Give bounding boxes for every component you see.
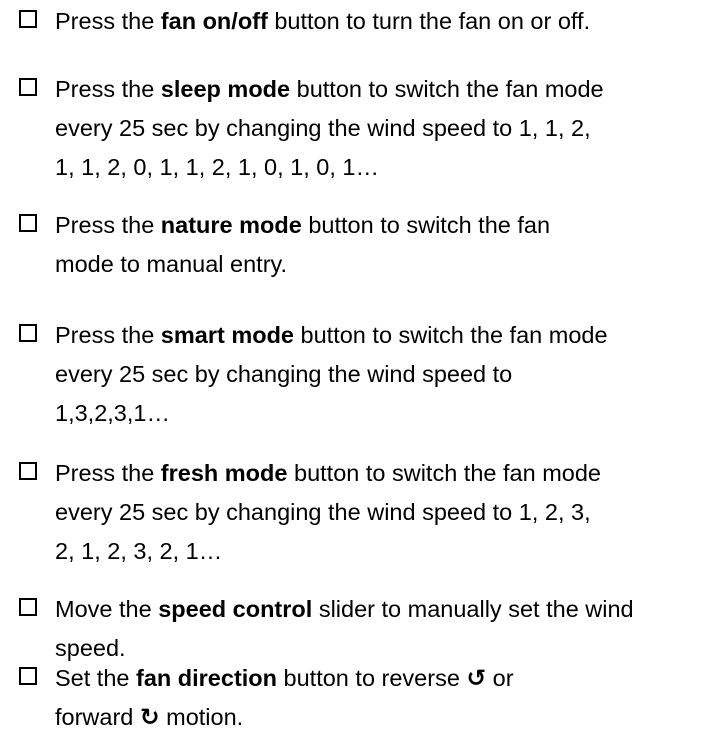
item-text-pre: Press the: [55, 212, 161, 238]
checklist-item-text: Press the fresh mode button to switch th…: [55, 454, 615, 571]
item-text-pre: Press the: [55, 460, 161, 486]
checklist-item-speed-control: Move the speed control slider to manuall…: [19, 590, 719, 668]
reverse-rotation-icon: ↺: [466, 665, 487, 691]
checkbox[interactable]: [19, 462, 37, 480]
checklist-item-sleep-mode: Press the sleep mode button to switch th…: [19, 70, 719, 187]
checklist-item-text: Press the fan on/off button to turn the …: [55, 2, 719, 41]
item-text-bold: smart mode: [160, 322, 295, 348]
item-text-post: motion.: [159, 704, 244, 730]
checkbox[interactable]: [19, 214, 37, 232]
instruction-checklist: Press the fan on/off button to turn the …: [0, 0, 721, 730]
item-text-post: button to turn the fan on or off.: [267, 8, 591, 34]
checkbox[interactable]: [19, 78, 37, 96]
checkbox[interactable]: [19, 598, 37, 616]
item-text-pre: Press the: [55, 8, 161, 34]
checklist-item-fresh-mode: Press the fresh mode button to switch th…: [19, 454, 719, 571]
checklist-item-text: Press the sleep mode button to switch th…: [55, 70, 615, 187]
item-text-bold: fan direction: [136, 665, 278, 691]
checklist-item-nature-mode: Press the nature mode button to switch t…: [19, 206, 719, 284]
checklist-item-text: Move the speed control slider to manuall…: [55, 590, 655, 668]
checklist-item-text: Press the smart mode button to switch th…: [55, 316, 615, 433]
item-text-bold: nature mode: [160, 212, 302, 238]
checklist-item-fan-on-off: Press the fan on/off button to turn the …: [19, 2, 719, 41]
item-text-bold: speed control: [158, 596, 313, 622]
item-text-bold: sleep mode: [160, 76, 291, 102]
item-text-pre: Move the: [55, 596, 159, 622]
checklist-item-text: Set the fan direction button to reverse …: [55, 659, 575, 737]
item-text-pre: Press the: [55, 76, 161, 102]
checkbox[interactable]: [19, 10, 37, 28]
checkbox[interactable]: [19, 324, 37, 342]
checkbox[interactable]: [19, 667, 37, 685]
forward-rotation-icon: ↻: [139, 704, 160, 730]
item-text-pre: Press the: [55, 322, 161, 348]
item-text-pre: Set the: [55, 665, 136, 691]
item-text-bold: fresh mode: [160, 460, 288, 486]
checklist-item-fan-direction: Set the fan direction button to reverse …: [19, 659, 719, 737]
item-text-bold: fan on/off: [160, 8, 268, 34]
item-text-mid: button to reverse: [277, 665, 467, 691]
checklist-item-text: Press the nature mode button to switch t…: [55, 206, 615, 284]
checklist-item-smart-mode: Press the smart mode button to switch th…: [19, 316, 719, 433]
